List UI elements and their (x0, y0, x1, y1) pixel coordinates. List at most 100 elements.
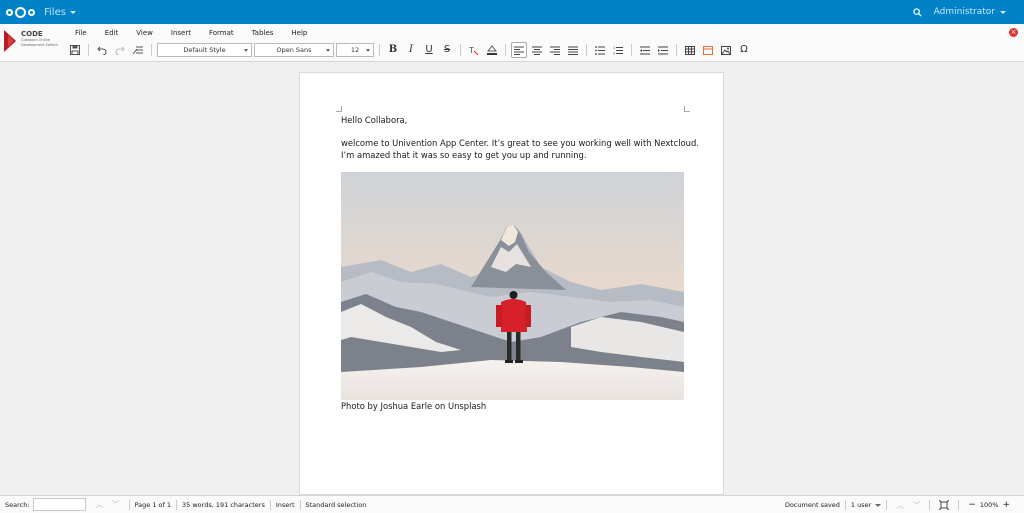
status-divider (886, 500, 888, 510)
app-name: Files (44, 6, 66, 18)
toolbar-divider (505, 44, 506, 56)
document-canvas[interactable]: Hello Collabora, welcome to Univention A… (0, 62, 1024, 495)
clone-formatting-icon[interactable] (130, 42, 146, 58)
svg-text:2: 2 (613, 51, 615, 55)
page-margin-marker (684, 106, 690, 112)
toolbar-divider (379, 44, 380, 56)
status-divider (844, 500, 846, 510)
save-icon[interactable] (67, 42, 83, 58)
document-paragraph-line-2: I’m amazed that it was so easy to get yo… (341, 150, 587, 160)
close-document-icon[interactable]: × (1009, 28, 1018, 37)
chevron-down-icon (366, 49, 370, 52)
menu-insert[interactable]: Insert (162, 26, 200, 40)
menu-help[interactable]: Help (282, 26, 316, 40)
increase-indent-icon[interactable] (655, 42, 671, 58)
align-left-icon[interactable] (511, 42, 527, 58)
search-next-icon[interactable]: ﹀ (112, 499, 120, 510)
search-icon[interactable] (912, 7, 922, 17)
undo-icon[interactable] (94, 42, 110, 58)
document-greeting: Hello Collabora, (341, 115, 408, 125)
paragraph-style-value: Default Style (183, 46, 226, 54)
chevron-down-icon[interactable] (875, 503, 882, 507)
status-divider (958, 500, 960, 510)
zoom-out-icon[interactable]: − (968, 500, 976, 510)
chevron-down-icon (69, 10, 76, 14)
align-justify-icon[interactable] (565, 42, 581, 58)
status-bar: Search: ︿ ﹀ Page 1 of 1 35 words, 191 ch… (0, 495, 1024, 513)
chevron-down-icon (1000, 10, 1006, 14)
page-margin-marker (336, 106, 342, 112)
special-character-icon[interactable]: Ω (736, 42, 752, 58)
insert-table-icon[interactable] (682, 42, 698, 58)
mountain-photo[interactable] (341, 172, 684, 400)
svg-text:1: 1 (613, 46, 615, 50)
menu-file[interactable]: File (66, 26, 96, 40)
nextcloud-logo-icon[interactable] (6, 6, 36, 18)
chevron-down-icon (244, 49, 248, 52)
collabora-logo-icon (4, 30, 18, 52)
formatting-toolbar: Default Style Open Sans 12 B I U S T 1 2… (66, 41, 753, 59)
toolbar-divider (151, 44, 152, 56)
document-page[interactable]: Hello Collabora, welcome to Univention A… (299, 72, 724, 495)
status-divider (176, 499, 178, 510)
bold-icon[interactable]: B (385, 42, 401, 58)
svg-text:T: T (469, 46, 474, 55)
search-input[interactable] (32, 498, 86, 511)
zoom-level: 100% (979, 501, 999, 509)
toolbar-divider (460, 44, 461, 56)
search-prev-icon[interactable]: ︿ (96, 499, 104, 510)
toolbar-divider (586, 44, 587, 56)
menu-tables[interactable]: Tables (243, 26, 283, 40)
decrease-indent-icon[interactable] (637, 42, 653, 58)
clear-formatting-icon[interactable]: T (466, 42, 482, 58)
status-divider (299, 499, 301, 510)
toolbar-divider (676, 44, 677, 56)
strikethrough-icon[interactable]: S (439, 42, 455, 58)
user-menu-button[interactable]: Administrator (934, 7, 1006, 17)
user-count[interactable]: 1 user (851, 501, 871, 509)
logo-line2: Development Edition (21, 42, 58, 47)
logo-title: CODE (21, 30, 43, 38)
document-paragraph-line-1: welcome to Univention App Center. It’s g… (341, 138, 699, 148)
font-name-value: Open Sans (276, 46, 312, 54)
font-size-select[interactable]: 12 (336, 43, 374, 57)
page-down-icon[interactable]: ﹀ (912, 500, 920, 511)
word-count: 35 words, 191 characters (182, 500, 265, 509)
align-right-icon[interactable] (547, 42, 563, 58)
nextcloud-header: Files Administrator (0, 0, 1024, 24)
editor-toolbar: CODE Collabora Online Development Editio… (0, 24, 1024, 62)
menu-format[interactable]: Format (200, 26, 243, 40)
numbered-list-icon[interactable]: 12 (610, 42, 626, 58)
menu-edit[interactable]: Edit (96, 26, 128, 40)
redo-icon[interactable] (112, 42, 128, 58)
align-center-icon[interactable] (529, 42, 545, 58)
toolbar-divider (88, 44, 89, 56)
page-count: Page 1 of 1 (134, 500, 172, 509)
toolbar-divider (631, 44, 632, 56)
fit-page-icon[interactable] (939, 500, 950, 510)
code-logo: CODE Collabora Online Development Editio… (4, 30, 66, 58)
status-divider (128, 499, 130, 510)
page-up-icon[interactable]: ︿ (896, 500, 904, 511)
user-name: Administrator (933, 7, 995, 17)
status-divider (929, 500, 931, 510)
app-menu-button[interactable]: Files (44, 7, 76, 18)
font-name-select[interactable]: Open Sans (254, 43, 334, 57)
bullet-list-icon[interactable] (592, 42, 608, 58)
underline-icon[interactable]: U (421, 42, 437, 58)
zoom-in-icon[interactable]: + (1002, 500, 1010, 510)
paragraph-style-select[interactable]: Default Style (157, 43, 252, 57)
photo-caption: Photo by Joshua Earle on Unsplash (341, 401, 487, 411)
insert-mode[interactable]: Insert (276, 501, 295, 509)
status-divider (269, 499, 271, 510)
selection-mode[interactable]: Standard selection (306, 501, 367, 509)
search-label: Search: (5, 500, 30, 509)
menu-view[interactable]: View (127, 26, 162, 40)
highlight-color-icon[interactable] (484, 42, 500, 58)
italic-icon[interactable]: I (403, 42, 419, 58)
insert-chart-icon[interactable] (700, 42, 716, 58)
chevron-down-icon (326, 49, 330, 52)
menu-bar: File Edit View Insert Format Tables Help (66, 26, 316, 40)
insert-image-icon[interactable] (718, 42, 734, 58)
font-size-value: 12 (350, 46, 360, 54)
